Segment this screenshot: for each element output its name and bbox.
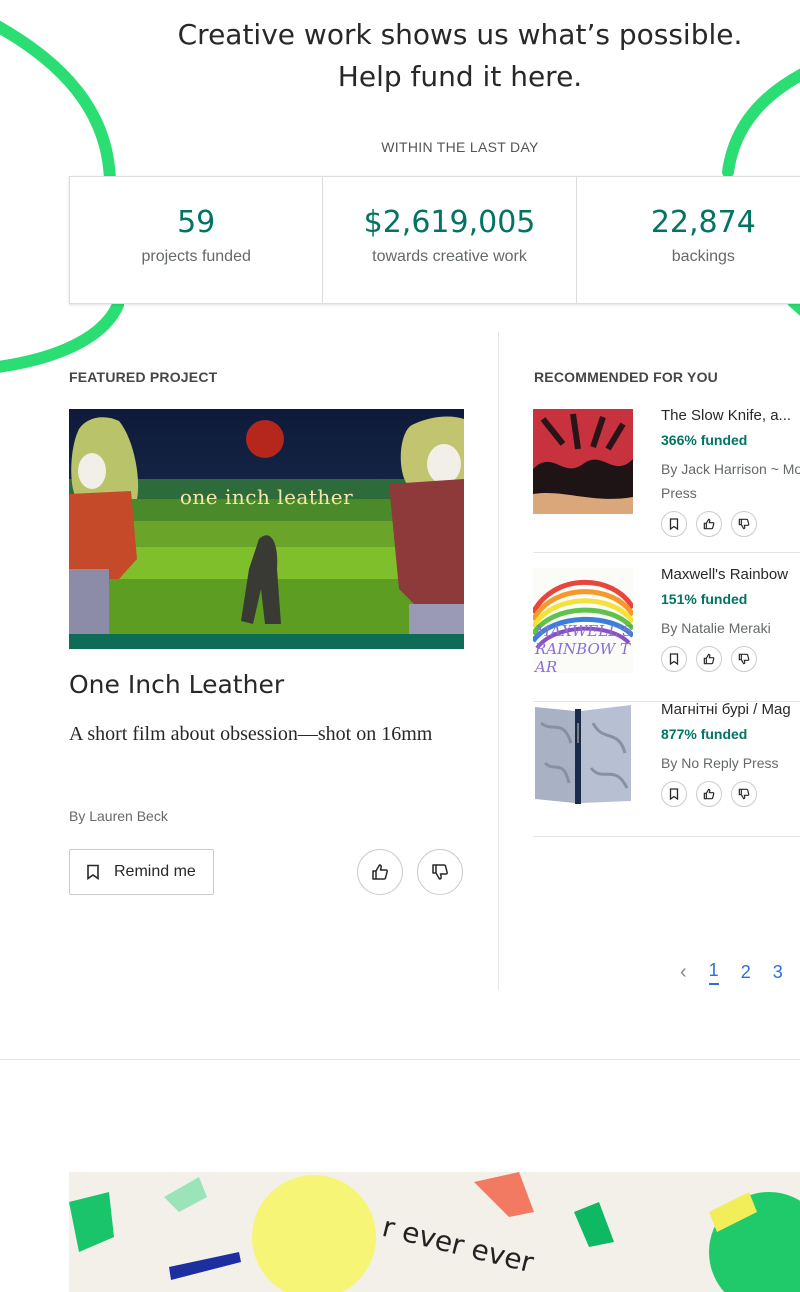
funded-percent: 366% funded: [661, 432, 748, 448]
featured-project-creator[interactable]: By Lauren Beck: [69, 808, 168, 824]
dislike-button[interactable]: [731, 646, 757, 672]
like-button[interactable]: [696, 646, 722, 672]
remind-me-label: Remind me: [114, 863, 196, 880]
stat-projects-funded: 59 projects funded: [70, 177, 324, 303]
column-divider: [498, 332, 499, 990]
stat-dollars-raised: $2,619,005 towards creative work: [323, 177, 577, 303]
thumbnail-caption: MAXWELL'S RAINBOW TAR: [535, 622, 633, 673]
stat-value: $2,619,005: [363, 205, 536, 240]
like-button[interactable]: [357, 849, 403, 895]
stat-label: towards creative work: [372, 248, 527, 265]
remind-me-button[interactable]: Remind me: [69, 849, 214, 895]
list-item: The Slow Knife, a... 366% funded By Jack…: [533, 407, 800, 553]
project-title[interactable]: Maxwell's Rainbow: [661, 566, 788, 583]
thumbs-down-icon: [432, 864, 448, 880]
bookmark-icon: [87, 864, 99, 880]
section-divider: [0, 1059, 800, 1060]
hero-title-line-1: Creative work shows us what’s possible.: [177, 18, 743, 51]
list-item: MAXWELL'S RAINBOW TAR Maxwell's Rainbow …: [533, 566, 800, 702]
list-item: Магнітні бурі / Mag 877% funded By No Re…: [533, 701, 800, 837]
thumbs-up-icon: [703, 788, 715, 800]
save-button[interactable]: [661, 646, 687, 672]
bookmark-icon: [669, 788, 679, 800]
stat-label: backings: [671, 248, 735, 265]
hero-title-line-2: Help fund it here.: [337, 60, 583, 93]
funded-percent: 877% funded: [661, 726, 748, 742]
thumbs-down-icon: [738, 653, 750, 665]
thumbs-up-icon: [703, 653, 715, 665]
page-link-2[interactable]: 2: [741, 962, 751, 983]
featured-project-blurb: A short film about obsession—shot on 16m…: [69, 723, 433, 745]
thumbs-down-icon: [738, 518, 750, 530]
bookmark-icon: [669, 653, 679, 665]
page-link-3[interactable]: 3: [773, 962, 783, 983]
hero-title: Creative work shows us what’s possible. …: [0, 14, 800, 98]
project-creator[interactable]: By Jack Harrison ~ Mo Press: [661, 457, 800, 505]
recommended-section-label: RECOMMENDED FOR YOU: [534, 369, 718, 385]
project-title[interactable]: Магнітні бурі / Mag: [661, 701, 791, 718]
bookmark-icon: [669, 518, 679, 530]
previous-page-button[interactable]: ‹: [680, 961, 687, 984]
project-thumbnail[interactable]: [533, 703, 633, 808]
dislike-button[interactable]: [417, 849, 463, 895]
thumbs-down-icon: [738, 788, 750, 800]
item-divider: [533, 836, 800, 837]
project-creator[interactable]: By No Reply Press: [661, 751, 800, 775]
featured-section-label: FEATURED PROJECT: [69, 369, 218, 385]
like-button[interactable]: [696, 511, 722, 537]
featured-project-image[interactable]: one inch leather: [69, 409, 464, 649]
pagination: ‹ 1 2 3: [680, 960, 783, 985]
stat-value: 59: [177, 205, 216, 240]
project-title[interactable]: The Slow Knife, a...: [661, 407, 791, 424]
featured-image-caption: one inch leather: [179, 485, 354, 509]
stat-label: projects funded: [141, 248, 251, 265]
stats-panel: 59 projects funded $2,619,005 towards cr…: [69, 176, 800, 304]
save-button[interactable]: [661, 511, 687, 537]
stat-value: 22,874: [650, 205, 756, 240]
funded-percent: 151% funded: [661, 591, 748, 607]
stats-period-label: WITHIN THE LAST DAY: [381, 139, 539, 155]
project-thumbnail[interactable]: [533, 409, 633, 514]
page-link-1[interactable]: 1: [708, 960, 719, 985]
featured-project-title[interactable]: One Inch Leather: [69, 670, 284, 699]
dislike-button[interactable]: [731, 781, 757, 807]
like-button[interactable]: [696, 781, 722, 807]
thumbnail-art: [533, 409, 633, 514]
thumbs-up-icon: [372, 864, 388, 880]
dislike-button[interactable]: [731, 511, 757, 537]
item-divider: [533, 552, 800, 553]
promo-banner[interactable]: r ever ever: [69, 1172, 800, 1292]
stat-backings: 22,874 backings: [577, 177, 800, 303]
project-thumbnail[interactable]: MAXWELL'S RAINBOW TAR: [533, 568, 633, 673]
thumbs-up-icon: [703, 518, 715, 530]
project-creator[interactable]: By Natalie Meraki: [661, 616, 800, 640]
save-button[interactable]: [661, 781, 687, 807]
featured-artwork: [69, 409, 464, 649]
thumbnail-art: [533, 703, 633, 808]
